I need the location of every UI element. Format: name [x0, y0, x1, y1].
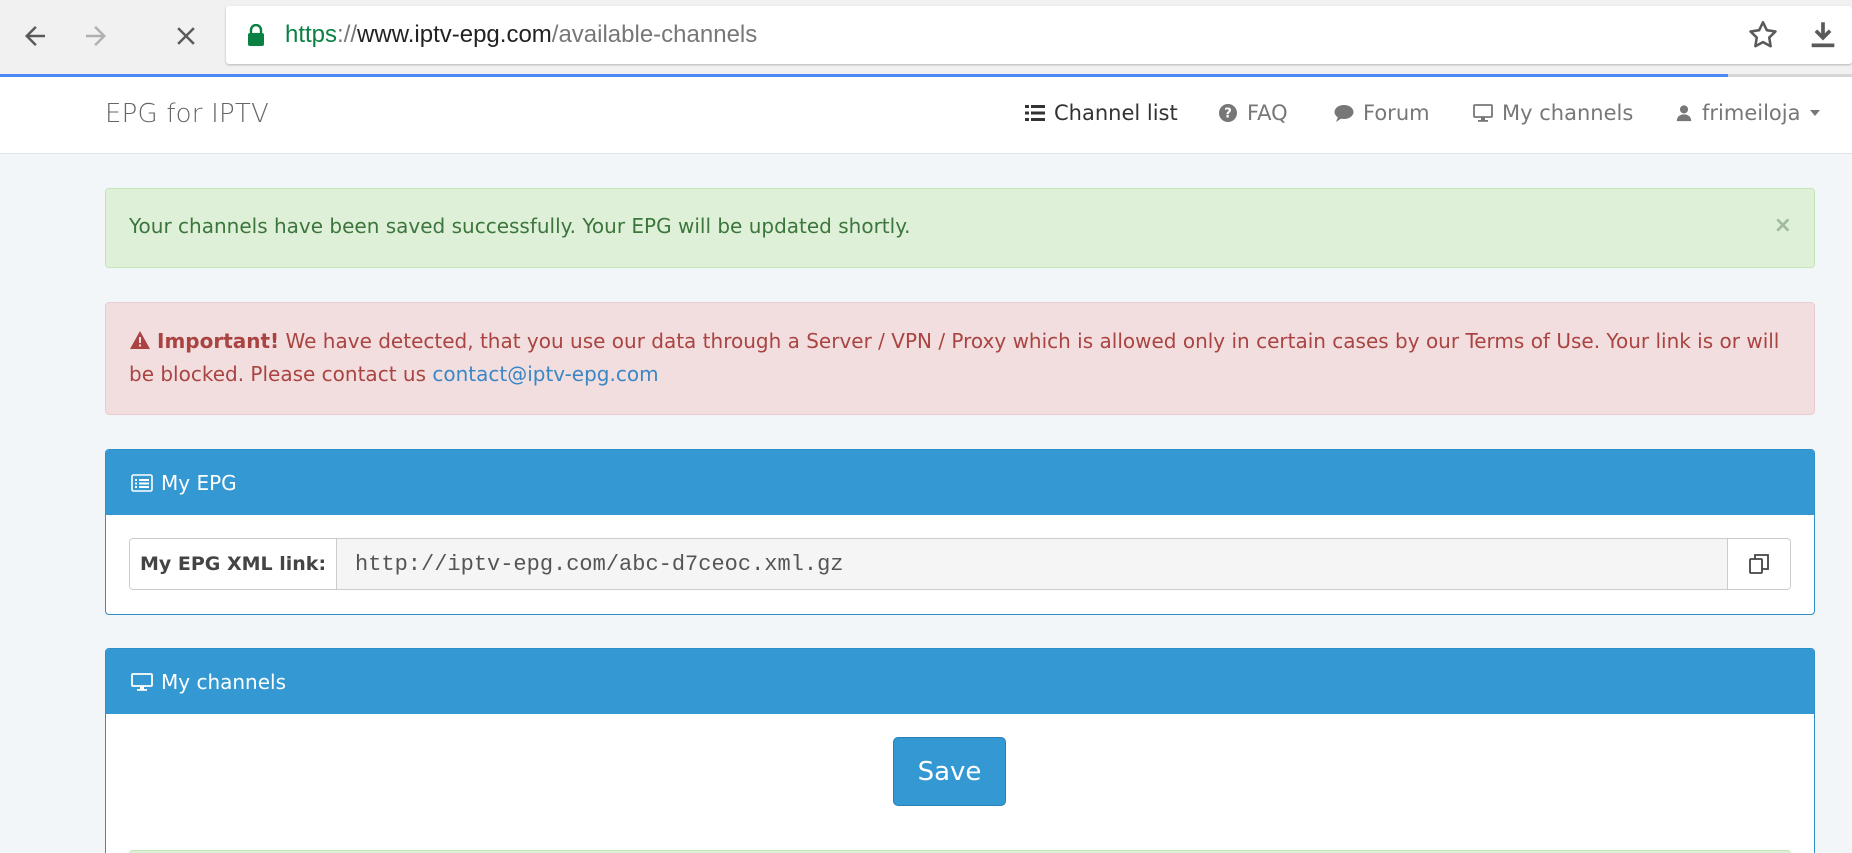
my-epg-panel-title: My EPG: [161, 470, 237, 495]
warning-icon: [130, 331, 150, 349]
warning-alert-strong: Important!: [157, 329, 280, 353]
nav-faq-label: FAQ: [1247, 101, 1288, 125]
browser-toolbar: https://www.iptv-epg.com/available-chann…: [0, 0, 1852, 77]
nav-my-channels-label: My channels: [1502, 101, 1634, 125]
nav-forum-label: Forum: [1363, 101, 1430, 125]
nav-my-channels[interactable]: My channels: [1473, 101, 1633, 125]
nav-channel-list[interactable]: Channel list: [1025, 101, 1178, 125]
arrow-left-icon: [25, 26, 45, 46]
forward-button[interactable]: [72, 12, 120, 60]
close-icon: [177, 27, 195, 45]
bookmark-star-icon[interactable]: [1746, 18, 1780, 52]
user-icon: [1676, 105, 1692, 122]
copy-icon: [1749, 554, 1769, 574]
nav-faq[interactable]: ? FAQ: [1218, 101, 1288, 125]
my-epg-panel: My EPG My EPG XML link: http://iptv-epg.…: [105, 449, 1815, 615]
address-bar[interactable]: https://www.iptv-epg.com/available-chann…: [226, 6, 1852, 64]
success-alert-text: Your channels have been saved successful…: [129, 214, 911, 238]
my-channels-panel-title: My channels: [161, 669, 287, 694]
nav-user-dropdown[interactable]: frimeiloja: [1675, 101, 1821, 125]
url-text: https://www.iptv-epg.com/available-chann…: [285, 21, 758, 48]
epg-link-label: My EPG XML link:: [129, 538, 337, 590]
nav-user-label: frimeiloja: [1702, 101, 1801, 125]
caret-down-icon: [1810, 110, 1821, 116]
contact-email-link[interactable]: contact@iptv-epg.com: [432, 362, 658, 386]
stop-loading-button[interactable]: [162, 12, 210, 60]
monitor-icon: [131, 672, 153, 691]
nav-channel-list-label: Channel list: [1054, 101, 1178, 125]
site-navbar: EPG for IPTV Channel list ? FAQ Forum My…: [0, 77, 1852, 154]
epg-link-group: My EPG XML link: http://iptv-epg.com/abc…: [129, 538, 1791, 590]
success-alert: Your channels have been saved successful…: [105, 188, 1815, 268]
arrow-right-icon: [86, 26, 106, 46]
list-icon: [1025, 105, 1045, 121]
lock-icon: [248, 24, 264, 46]
svg-text:?: ?: [1224, 107, 1232, 122]
warning-alert-text: We have detected, that you use our data …: [129, 329, 1780, 386]
my-epg-panel-heading: My EPG: [106, 450, 1814, 515]
back-button[interactable]: [11, 12, 59, 60]
comment-icon: [1334, 105, 1354, 122]
download-icon[interactable]: [1806, 18, 1840, 52]
my-channels-panel: My channels Save: [105, 648, 1815, 853]
copy-link-button[interactable]: [1727, 538, 1791, 590]
brand-link[interactable]: EPG for IPTV: [105, 99, 269, 129]
question-circle-icon: ?: [1219, 104, 1237, 122]
epg-link-field[interactable]: http://iptv-epg.com/abc-d7ceoc.xml.gz: [337, 538, 1727, 590]
nav-forum[interactable]: Forum: [1334, 101, 1430, 125]
close-alert-button[interactable]: ×: [1774, 213, 1792, 238]
warning-alert: Important! We have detected, that you us…: [105, 302, 1815, 415]
monitor-icon: [1473, 104, 1493, 122]
my-channels-panel-heading: My channels: [106, 649, 1814, 714]
list-alt-icon: [131, 473, 153, 492]
save-button[interactable]: Save: [893, 737, 1006, 806]
